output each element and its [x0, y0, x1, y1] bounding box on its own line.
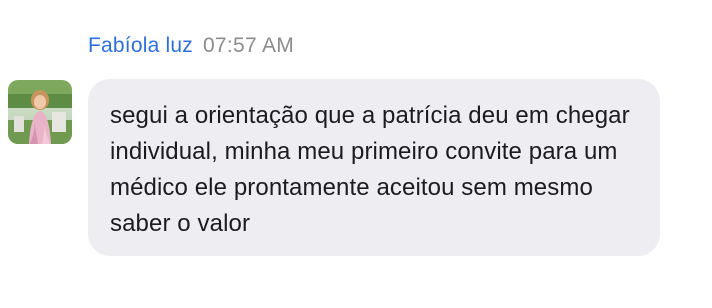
- message-text: segui a orientação que a patrícia deu em…: [110, 102, 630, 237]
- message-timestamp: 07:57 AM: [202, 34, 295, 57]
- user-photo-avatar-icon: [8, 80, 72, 144]
- chat-message: Fabíola luz 07:57 AM segui a orientação …: [0, 0, 712, 308]
- message-header: Fabíola luz 07:57 AM: [88, 34, 294, 62]
- avatar[interactable]: [8, 80, 72, 144]
- message-bubble[interactable]: segui a orientação que a patrícia deu em…: [88, 79, 660, 256]
- sender-name[interactable]: Fabíola luz: [88, 34, 193, 58]
